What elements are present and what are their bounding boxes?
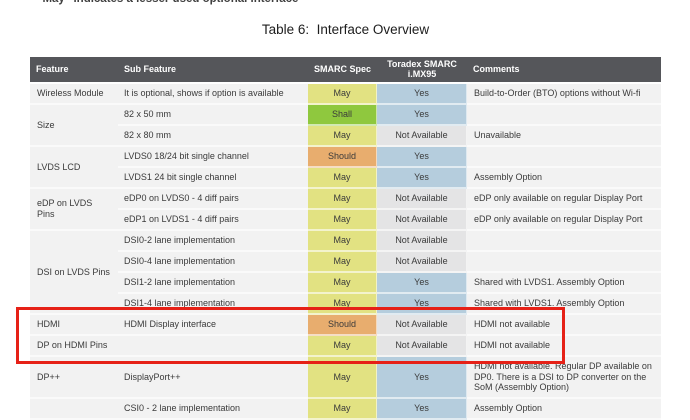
feature-cell: HDMI [30, 315, 118, 336]
toradex-availability-cell: Not Available [377, 189, 467, 210]
sub-feature-cell: eDP1 on LVDS1 - 4 diff pairs [118, 210, 308, 231]
feature-cell [30, 399, 118, 420]
smarc-spec-cell: May [308, 294, 377, 315]
comments-cell [467, 252, 661, 273]
comments-cell: Assembly Option [467, 399, 661, 420]
sub-feature-cell: 82 x 50 mm [118, 105, 308, 126]
sub-feature-cell: DSI1-2 lane implementation [118, 273, 308, 294]
smarc-spec-cell: May [308, 252, 377, 273]
toradex-availability-cell: Yes [377, 168, 467, 189]
comments-cell: Assembly Option [467, 168, 661, 189]
sub-feature-cell: DSI1-4 lane implementation [118, 294, 308, 315]
comments-cell: Shared with LVDS1. Assembly Option [467, 294, 661, 315]
table-row: HDMIHDMI Display interfaceShouldNot Avai… [30, 315, 661, 336]
column-header-sub-feature: Sub Feature [118, 57, 308, 84]
toradex-availability-cell: Not Available [377, 126, 467, 147]
feature-cell: Size [30, 105, 118, 147]
smarc-spec-cell: May [308, 189, 377, 210]
toradex-availability-cell: Not Available [377, 315, 467, 336]
comments-cell [467, 105, 661, 126]
comments-cell [467, 147, 661, 168]
sub-feature-cell: DSI0-2 lane implementation [118, 231, 308, 252]
smarc-spec-cell: Should [308, 315, 377, 336]
table-row: eDP on LVDS PinseDP0 on LVDS0 - 4 diff p… [30, 189, 661, 210]
feature-cell: DP++ [30, 357, 118, 399]
comments-cell: HDMI not available [467, 315, 661, 336]
smarc-spec-cell: May [308, 273, 377, 294]
table-row: DSI on LVDS PinsDSI0-2 lane implementati… [30, 231, 661, 252]
smarc-spec-cell: May [308, 84, 377, 105]
comments-cell: eDP only available on regular Display Po… [467, 210, 661, 231]
toradex-availability-cell: Yes [377, 105, 467, 126]
toradex-availability-cell: Yes [377, 273, 467, 294]
smarc-spec-cell: May [308, 399, 377, 420]
column-header-comments: Comments [467, 57, 661, 84]
feature-cell: DP on HDMI Pins [30, 336, 118, 357]
column-header-smarc-spec: SMARC Spec [308, 57, 377, 84]
smarc-spec-cell: May [308, 357, 377, 399]
smarc-spec-cell: May [308, 336, 377, 357]
interface-overview-table: Feature Sub Feature SMARC Spec Toradex S… [30, 57, 661, 420]
sub-feature-cell: HDMI Display interface [118, 315, 308, 336]
table-row: DSI1-4 lane implementationMayYesShared w… [30, 294, 661, 315]
comments-cell: HDMI not available. Regular DP available… [467, 357, 661, 399]
table-caption: Table 6: Interface Overview [30, 22, 661, 37]
smarc-spec-cell: May [308, 210, 377, 231]
feature-cell: DSI on LVDS Pins [30, 231, 118, 315]
table-row: DSI0-4 lane implementationMayNot Availab… [30, 252, 661, 273]
feature-cell: Wireless Module [30, 84, 118, 105]
comments-cell: Unavailable [467, 126, 661, 147]
toradex-availability-cell: Yes [377, 294, 467, 315]
feature-cell: eDP on LVDS Pins [30, 189, 118, 231]
sub-feature-cell: DisplayPort++ [118, 357, 308, 399]
feature-cell: LVDS LCD [30, 147, 118, 189]
table-row: Size82 x 50 mmShallYes [30, 105, 661, 126]
column-header-feature: Feature [30, 57, 118, 84]
toradex-availability-cell: Yes [377, 84, 467, 105]
sub-feature-cell: CSI0 - 2 lane implementation [118, 399, 308, 420]
sub-feature-cell: LVDS0 18/24 bit single channel [118, 147, 308, 168]
table-row: DP++DisplayPort++MayYesHDMI not availabl… [30, 357, 661, 399]
comments-cell: Shared with LVDS1. Assembly Option [467, 273, 661, 294]
sub-feature-cell: It is optional, shows if option is avail… [118, 84, 308, 105]
toradex-availability-cell: Yes [377, 357, 467, 399]
smarc-spec-cell: May [308, 168, 377, 189]
toradex-availability-cell: Not Available [377, 210, 467, 231]
table-row: Wireless ModuleIt is optional, shows if … [30, 84, 661, 105]
toradex-availability-cell: Yes [377, 399, 467, 420]
document-page: { "page": { "top_note": "\"May\" indicat… [0, 0, 690, 412]
column-header-toradex-smarc-imx95: Toradex SMARC i.MX95 [377, 57, 467, 84]
comments-cell: Build-to-Order (BTO) options without Wi-… [467, 84, 661, 105]
table-row: LVDS LCDLVDS0 18/24 bit single channelSh… [30, 147, 661, 168]
smarc-spec-cell: May [308, 126, 377, 147]
sub-feature-cell: 82 x 80 mm [118, 126, 308, 147]
smarc-spec-cell: Should [308, 147, 377, 168]
sub-feature-cell [118, 336, 308, 357]
smarc-spec-cell: May [308, 231, 377, 252]
comments-cell: HDMI not available [467, 336, 661, 357]
table-row: DSI1-2 lane implementationMayYesShared w… [30, 273, 661, 294]
note-may-definition: "May" indicates a lesser used optional i… [37, 0, 298, 5]
sub-feature-cell: eDP0 on LVDS0 - 4 diff pairs [118, 189, 308, 210]
comments-cell [467, 231, 661, 252]
toradex-availability-cell: Not Available [377, 252, 467, 273]
toradex-availability-cell: Not Available [377, 231, 467, 252]
toradex-availability-cell: Yes [377, 147, 467, 168]
sub-feature-cell: LVDS1 24 bit single channel [118, 168, 308, 189]
toradex-availability-cell: Not Available [377, 336, 467, 357]
table-row: eDP1 on LVDS1 - 4 diff pairsMayNot Avail… [30, 210, 661, 231]
table-header-row: Feature Sub Feature SMARC Spec Toradex S… [30, 57, 661, 84]
sub-feature-cell: DSI0-4 lane implementation [118, 252, 308, 273]
table-row: LVDS1 24 bit single channelMayYesAssembl… [30, 168, 661, 189]
comments-cell: eDP only available on regular Display Po… [467, 189, 661, 210]
smarc-spec-cell: Shall [308, 105, 377, 126]
table-row: CSI0 - 2 lane implementationMayYesAssemb… [30, 399, 661, 420]
table-row: DP on HDMI Pins MayNot AvailableHDMI not … [30, 336, 661, 357]
table-row: 82 x 80 mmMayNot AvailableUnavailable [30, 126, 661, 147]
